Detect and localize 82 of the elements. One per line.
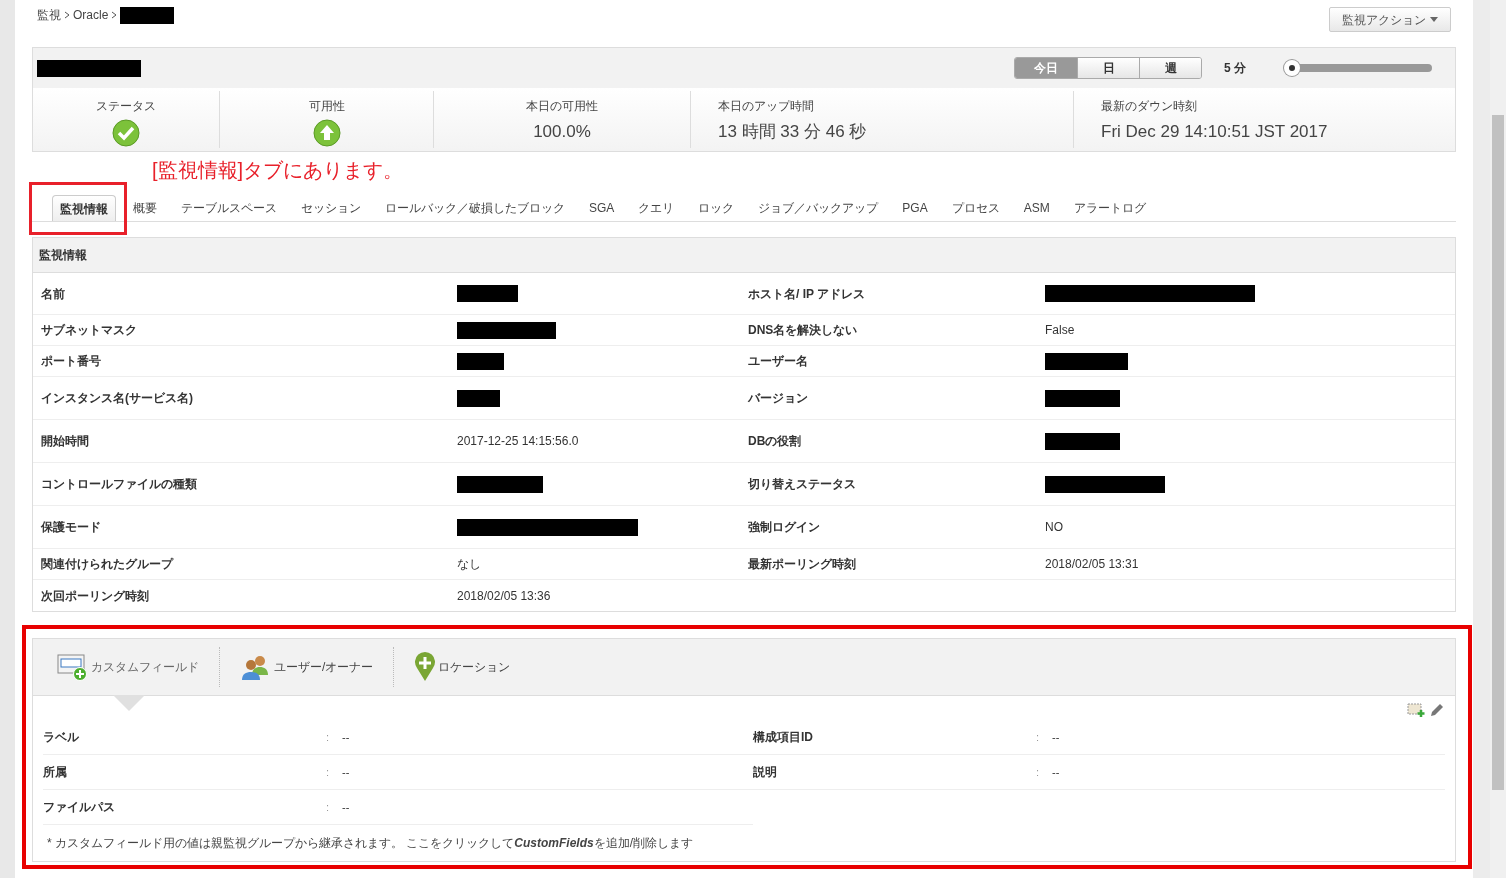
field-value: --: [1052, 729, 1060, 745]
field-label: ホスト名/ IP アドレス: [747, 285, 867, 303]
field-value: False: [1045, 322, 1075, 339]
separator-colon: :: [1036, 729, 1041, 745]
stat-label: 本日のアップ時間: [718, 98, 814, 115]
add-field-icon[interactable]: [1407, 702, 1425, 718]
location-pin-icon: [414, 652, 437, 682]
field-value: --: [342, 799, 350, 815]
interval-reading: 5 分: [1224, 60, 1247, 77]
field-label: 次回ポーリング時刻: [40, 587, 150, 605]
panel-tab[interactable]: ユーザー/オーナー: [240, 647, 395, 687]
field-label: サブネットマスク: [40, 322, 138, 339]
annotation-text: [監視情報]タブにあります。: [152, 159, 404, 181]
check-icon: [112, 119, 140, 147]
tab[interactable]: PGA: [895, 195, 935, 221]
panel-tab[interactable]: ロケーション: [414, 647, 531, 687]
stat-value: Fri Dec 29 14:10:51 JST 2017: [1101, 121, 1328, 143]
field-label: 構成項目ID: [753, 729, 814, 746]
tab[interactable]: ロック: [691, 195, 742, 221]
slider-thumb[interactable]: [1284, 60, 1300, 76]
field-label: 開始時間: [40, 433, 90, 450]
chevron-icon: [111, 11, 118, 19]
field-label: バージョン: [747, 390, 809, 407]
redaction-bar: [120, 6, 175, 24]
field-value: なし: [457, 556, 481, 573]
section-title: 監視情報: [39, 247, 87, 264]
field-label: 名前: [40, 285, 66, 303]
tab[interactable]: プロセス: [944, 195, 1007, 221]
stat-label: 本日の可用性: [526, 98, 598, 115]
field-value: 2018/02/05 13:31: [1045, 556, 1139, 573]
field-label: コントロールファイルの種類: [40, 476, 198, 493]
tab[interactable]: ASM: [1016, 195, 1057, 221]
field-value: 2018/02/05 13:36: [457, 587, 551, 605]
field-label: ポート番号: [40, 353, 102, 370]
monitor-action-button[interactable]: 監視アクション: [1329, 7, 1451, 32]
chevron-icon: [64, 11, 70, 19]
caret-icon: [1430, 17, 1438, 22]
stat-label: 可用性: [308, 98, 345, 115]
tab[interactable]: ロールバック／破損したブロック: [378, 195, 572, 221]
field-value: 2017-12-25 14:15:56.0: [457, 433, 579, 450]
inherit-note: * カスタムフィールド用の値は親監視グループから継承されます。 ここをクリックしてCustomFieldsを追加/削除します: [47, 835, 694, 852]
field-label: 関連付けられたグループ: [40, 556, 175, 573]
separator-colon: :: [326, 799, 331, 815]
form-add-icon: [57, 653, 89, 681]
tab[interactable]: クエリ: [631, 195, 682, 221]
field-label: ユーザー名: [747, 353, 809, 370]
separator-colon: :: [326, 729, 331, 745]
tab[interactable]: セッション: [294, 195, 368, 221]
scrollbar[interactable]: [1490, 0, 1506, 878]
stat-value: 13 時間 33 分 46 秒: [718, 121, 867, 143]
field-label: 最新ポーリング時刻: [747, 556, 857, 573]
range-button[interactable]: 週: [1139, 58, 1201, 78]
field-label: ラベル: [43, 729, 80, 746]
edit-icon[interactable]: [1429, 702, 1445, 718]
tab[interactable]: アラートログ: [1066, 195, 1153, 221]
field-label: ファイルパス: [43, 799, 116, 816]
tab[interactable]: テーブルスペース: [174, 195, 284, 221]
panel-tab[interactable]: カスタムフィールド: [57, 647, 220, 687]
field-label: 強制ログイン: [747, 519, 821, 536]
tab[interactable]: 監視情報: [52, 195, 116, 221]
field-label: DNS名を解決しない: [747, 322, 859, 339]
range-button[interactable]: 日: [1077, 58, 1139, 78]
stat-value: 100.0%: [533, 121, 591, 143]
field-label: DBの役割: [747, 433, 803, 450]
field-value: --: [1052, 764, 1060, 780]
field-value: NO: [1045, 519, 1063, 536]
field-value: --: [342, 764, 350, 780]
breadcrumb-link[interactable]: Oracle: [73, 6, 109, 24]
tab[interactable]: SGA: [582, 195, 622, 221]
stat-label: ステータス: [96, 98, 156, 115]
breadcrumb-link[interactable]: 監視: [37, 6, 61, 24]
field-label: 保護モード: [40, 519, 102, 536]
field-label: 所属: [43, 764, 68, 781]
field-value: --: [342, 729, 350, 745]
tab[interactable]: ジョブ／バックアップ: [751, 195, 886, 221]
field-label: 説明: [753, 764, 778, 781]
tab[interactable]: 概要: [126, 195, 164, 221]
field-label: 切り替えステータス: [747, 476, 857, 493]
field-label: インスタンス名(サービス名): [40, 390, 194, 407]
stat-label: 最新のダウン時刻: [1101, 98, 1197, 115]
separator-colon: :: [326, 764, 331, 780]
separator-colon: :: [1036, 764, 1041, 780]
